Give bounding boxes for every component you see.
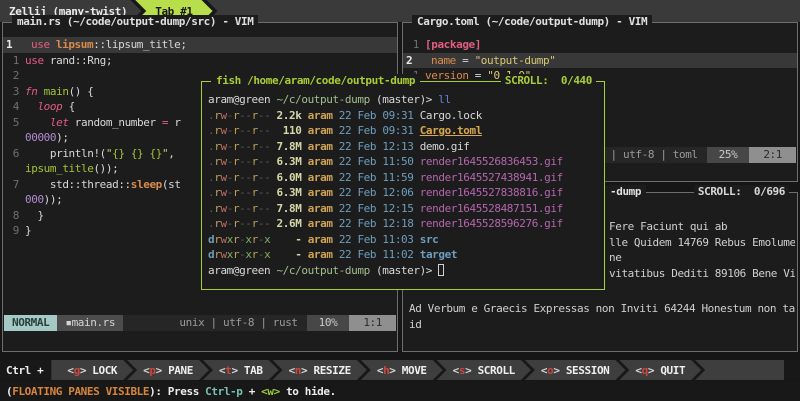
code-area-cargo-toml: 1[package] 2name = "output-dump" 1versio…: [403, 23, 797, 84]
keybar-item-lock[interactable]: <g> LOCK: [51, 360, 133, 380]
pane-title-cargo-toml: Cargo.toml (~/code/output-dump) - VIM: [412, 15, 652, 28]
vim-mode-indicator: NORMAL: [4, 315, 57, 331]
zellij-keybind-bar: Ctrl + <g> LOCK <p> PANE <t> TAB <n> RES…: [0, 360, 800, 380]
output-text-right-fragment: Fere Faciunt qui ab lle Quidem 14769 Reb…: [609, 219, 795, 281]
file-listing-row: .rw-r--r-- 2.6M aram 22 Feb 12:18 render…: [208, 216, 604, 232]
code-text: use rand::Rng;: [25, 54, 112, 67]
code-text: }: [25, 224, 31, 237]
code-text: loop {: [25, 100, 75, 113]
statusline-cursor-position: 1:1: [349, 315, 396, 331]
code-text: std::thread::sleep(st: [25, 178, 181, 191]
pane-title-main-rs: main.rs (~/code/output-dump/src) - VIM: [12, 15, 258, 28]
line-number: 5: [3, 115, 25, 131]
keybar-item-quit[interactable]: <q> QUIT: [619, 360, 701, 380]
file-listing-row: .rw-r--r-- 7.8M aram 22 Feb 12:13 demo.g…: [208, 139, 604, 155]
code-text: [package]: [425, 38, 481, 51]
output-line: lle Quidem 14769 Rebus Emolumen: [609, 235, 795, 251]
shell-prompt-input[interactable]: aram@green ~/c/output-dump (master)>: [208, 263, 604, 279]
line-number: 1: [3, 53, 25, 69]
keybar-filler: [695, 360, 784, 380]
output-line: Fere Faciunt qui ab: [609, 219, 795, 235]
scroll-indicator-output: SCROLL: 0/696: [694, 185, 789, 198]
output-line: vitatibus Dediti 89106 Bene Viv: [609, 266, 795, 282]
line-number: 3: [3, 84, 25, 100]
zellij-terminal: { "colors": { "accent_green": "#a8ce35",…: [0, 0, 800, 401]
statusline-fileinfo: unix | utf-8 | rust: [179, 315, 306, 331]
terminal-output-fish: aram@green ~/c/output-dump (master)> ll …: [202, 82, 604, 278]
code-text: fn main() {: [25, 85, 93, 98]
code-text: use lipsum::lipsum_title;: [31, 38, 187, 51]
line-number: 9: [3, 223, 25, 239]
keybar-item-scroll[interactable]: <s> SCROLL: [437, 360, 531, 380]
code-line: 1use lipsum::lipsum_title;: [3, 37, 397, 53]
file-listing-row: drwxr-xr-x - aram 22 Feb 11:02 target: [208, 247, 604, 263]
keybar-prefix: Ctrl +: [0, 360, 51, 380]
line-number: 1: [3, 37, 31, 53]
line-number: 6: [3, 146, 25, 162]
line-number: 7: [3, 177, 25, 193]
file-listing-row: .rw-r--r-- 6.0M aram 22 Feb 11:59 render…: [208, 170, 604, 186]
keybar-item-session[interactable]: <o> SESSION: [525, 360, 625, 380]
statusline-scroll-percent: 25%: [707, 147, 750, 163]
statusline-cursor-position: 2:1: [749, 147, 796, 163]
vim-statusline-main-rs: NORMAL ▪main.rs unix | utf-8 | rust 10% …: [4, 315, 396, 331]
floating-panes-hint: (FLOATING PANES VISIBLE): Press Ctrl-p +…: [0, 381, 800, 401]
code-text: }: [25, 209, 44, 222]
code-text: ipsum_title());: [25, 162, 118, 175]
code-text: name = "output-dump": [431, 54, 555, 67]
file-listing-row: .rw-r--r-- 7.8M aram 22 Feb 12:15 render…: [208, 201, 604, 217]
code-text: let random_number = r: [25, 116, 181, 129]
code-line: 1[package]: [403, 37, 797, 53]
code-line: 2name = "output-dump": [403, 53, 797, 69]
output-line: Ad Verbum e Graecis Expressas non Inviti…: [409, 301, 795, 317]
file-listing-row: .rw-r--r-- 2.2k aram 22 Feb 09:31 Cargo.…: [208, 108, 604, 124]
keybar-item-pane[interactable]: <p> PANE: [127, 360, 209, 380]
output-text-bottom-fragment: Ad Verbum e Graecis Expressas non Inviti…: [409, 301, 795, 332]
keybar-item-move[interactable]: <h> MOVE: [361, 360, 443, 380]
code-text: println!("{} {} {}",: [25, 147, 174, 160]
statusline-filename: ▪main.rs: [57, 315, 123, 331]
line-number: 4: [3, 99, 25, 115]
line-number: 2: [403, 53, 431, 69]
file-listing-row: drwxr-xr-x - aram 22 Feb 11:03 src: [208, 232, 604, 248]
code-text: 000));: [25, 193, 62, 206]
floating-pane-fish[interactable]: fish /home/aram/code/output-dump SCROLL:…: [201, 81, 605, 290]
file-listing-row: .rw-r--r-- 110 aram 22 Feb 09:31 Cargo.t…: [208, 123, 604, 139]
line-number: 8: [3, 208, 25, 224]
output-line: ne: [609, 250, 795, 266]
file-listing-row: .rw-r--r-- 6.3M aram 22 Feb 12:06 render…: [208, 185, 604, 201]
keybar-item-resize[interactable]: <n> RESIZE: [273, 360, 367, 380]
code-text: 00000);: [25, 131, 69, 144]
statusline-scroll-percent: 10%: [307, 315, 350, 331]
shell-prompt-line: aram@green ~/c/output-dump (master)> ll: [208, 92, 604, 108]
floating-pane-title: fish /home/aram/code/output-dump: [211, 74, 420, 87]
line-number: 1: [403, 37, 425, 53]
code-line: 1use rand::Rng;: [3, 53, 397, 69]
keybar-item-tab[interactable]: <t> TAB: [203, 360, 279, 380]
output-line: id: [409, 317, 795, 333]
pane-title-output-fragment: -dump: [605, 185, 646, 198]
file-listing-row: .rw-r--r-- 6.3M aram 22 Feb 11:50 render…: [208, 154, 604, 170]
scroll-indicator-fish: SCROLL: 0/440: [501, 74, 596, 87]
line-number: 2: [3, 68, 25, 84]
